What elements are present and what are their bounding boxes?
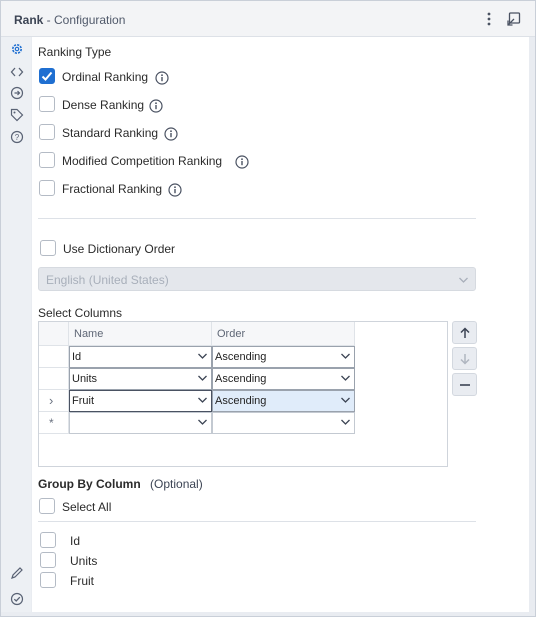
group-by-id-checkbox[interactable] xyxy=(40,532,56,548)
remove-row-button[interactable] xyxy=(452,373,477,396)
ranking-type-heading: Ranking Type xyxy=(38,45,112,59)
new-row-asterisk-icon: * xyxy=(49,416,54,430)
language-select-value: English (United States) xyxy=(46,273,169,287)
column-name-value: Id xyxy=(72,351,82,363)
ordinal-ranking-label[interactable]: Ordinal Ranking xyxy=(62,70,148,84)
name-column-header-label: Name xyxy=(74,328,104,340)
standard-ranking-label[interactable]: Standard Ranking xyxy=(62,126,158,140)
modified-competition-ranking-checkbox[interactable] xyxy=(39,152,55,168)
group-by-fruit-label[interactable]: Fruit xyxy=(70,574,94,588)
column-name-dropdown[interactable]: Units xyxy=(69,368,212,390)
row-indicator[interactable]: › xyxy=(39,390,69,412)
language-select[interactable]: English (United States) xyxy=(38,267,476,291)
undock-window-icon[interactable] xyxy=(505,10,523,28)
row-indicator[interactable]: * xyxy=(39,412,69,434)
chevron-down-icon xyxy=(459,277,468,283)
chevron-down-icon xyxy=(341,419,350,425)
window-title-suffix: - Configuration xyxy=(43,13,126,27)
info-icon[interactable] xyxy=(164,127,178,141)
code-brackets-icon[interactable] xyxy=(10,65,24,79)
column-name-value: Units xyxy=(72,373,98,385)
rank-configuration-window: Rank - Configuration ? Ranking Type Ordi… xyxy=(0,0,536,617)
check-circle-icon[interactable] xyxy=(10,592,24,606)
group-by-fruit-checkbox[interactable] xyxy=(40,572,56,588)
select-all-label[interactable]: Select All xyxy=(62,500,111,514)
configuration-gear-icon[interactable] xyxy=(10,42,24,56)
ordinal-ranking-checkbox[interactable] xyxy=(39,68,55,84)
tag-icon[interactable] xyxy=(10,108,24,122)
modified-competition-ranking-label[interactable]: Modified Competition Ranking xyxy=(62,154,222,168)
output-icon[interactable] xyxy=(10,86,24,100)
column-name-value: Fruit xyxy=(72,395,94,407)
dense-ranking-checkbox[interactable] xyxy=(39,96,55,112)
chevron-down-icon xyxy=(341,353,350,359)
sort-order-dropdown[interactable]: Ascending xyxy=(212,390,355,412)
row-indicator[interactable] xyxy=(39,346,69,368)
sort-order-value: Ascending xyxy=(215,395,267,407)
arrow-up-icon xyxy=(460,327,470,338)
chevron-down-icon xyxy=(198,397,207,403)
fractional-ranking-checkbox[interactable] xyxy=(39,180,55,196)
dense-ranking-label[interactable]: Dense Ranking xyxy=(62,98,144,112)
arrow-down-icon xyxy=(460,354,470,365)
select-columns-grid: Name Order Id Ascending Units Ascending … xyxy=(38,321,448,467)
chevron-down-icon xyxy=(198,375,207,381)
column-name-dropdown[interactable] xyxy=(69,412,212,434)
section-divider xyxy=(38,218,476,219)
select-columns-heading: Select Columns xyxy=(38,306,123,320)
column-name-dropdown[interactable]: Fruit xyxy=(69,390,212,412)
edit-pencil-icon[interactable] xyxy=(10,566,24,580)
sort-order-value: Ascending xyxy=(215,351,267,363)
info-icon[interactable] xyxy=(155,71,169,85)
order-column-header-label: Order xyxy=(217,328,246,340)
chevron-down-icon xyxy=(341,397,350,403)
group-by-heading-row: Group By Column (Optional) xyxy=(38,477,203,491)
current-row-arrow-icon: › xyxy=(49,393,54,408)
use-dictionary-order-checkbox[interactable] xyxy=(40,240,56,256)
fractional-ranking-label[interactable]: Fractional Ranking xyxy=(62,182,162,196)
title-bar: Rank - Configuration xyxy=(1,1,535,37)
group-by-units-checkbox[interactable] xyxy=(40,552,56,568)
window-title: Rank - Configuration xyxy=(14,13,125,27)
select-all-checkbox[interactable] xyxy=(39,498,55,514)
sort-order-dropdown[interactable] xyxy=(212,412,355,434)
group-by-id-label[interactable]: Id xyxy=(70,534,80,548)
section-divider xyxy=(38,521,476,522)
svg-text:?: ? xyxy=(15,133,20,142)
column-name-dropdown[interactable]: Id xyxy=(69,346,212,368)
name-column-header[interactable]: Name xyxy=(69,322,212,346)
sidebar: ? xyxy=(1,37,31,612)
move-up-button[interactable] xyxy=(452,321,477,344)
info-icon[interactable] xyxy=(149,99,163,113)
chevron-down-icon xyxy=(198,419,207,425)
chevron-down-icon xyxy=(341,375,350,381)
minus-icon xyxy=(460,384,470,386)
more-options-icon[interactable] xyxy=(480,10,498,28)
checkmark-icon xyxy=(41,71,53,81)
use-dictionary-order-label[interactable]: Use Dictionary Order xyxy=(63,242,175,256)
info-icon[interactable] xyxy=(235,155,249,169)
info-icon[interactable] xyxy=(168,183,182,197)
chevron-down-icon xyxy=(198,353,207,359)
standard-ranking-checkbox[interactable] xyxy=(39,124,55,140)
sort-order-dropdown[interactable]: Ascending xyxy=(212,368,355,390)
sort-order-dropdown[interactable]: Ascending xyxy=(212,346,355,368)
group-by-heading: Group By Column xyxy=(38,477,141,491)
sort-order-value: Ascending xyxy=(215,373,267,385)
help-icon[interactable]: ? xyxy=(10,130,24,144)
group-by-units-label[interactable]: Units xyxy=(70,554,97,568)
move-down-button[interactable] xyxy=(452,347,477,370)
order-column-header[interactable]: Order xyxy=(212,322,355,346)
row-indicator[interactable] xyxy=(39,368,69,390)
configuration-panel: Ranking Type Ordinal Ranking Dense Ranki… xyxy=(32,37,529,612)
window-title-tool: Rank xyxy=(14,13,44,27)
grid-corner-cell xyxy=(39,322,69,346)
group-by-optional-note: (Optional) xyxy=(150,477,203,491)
